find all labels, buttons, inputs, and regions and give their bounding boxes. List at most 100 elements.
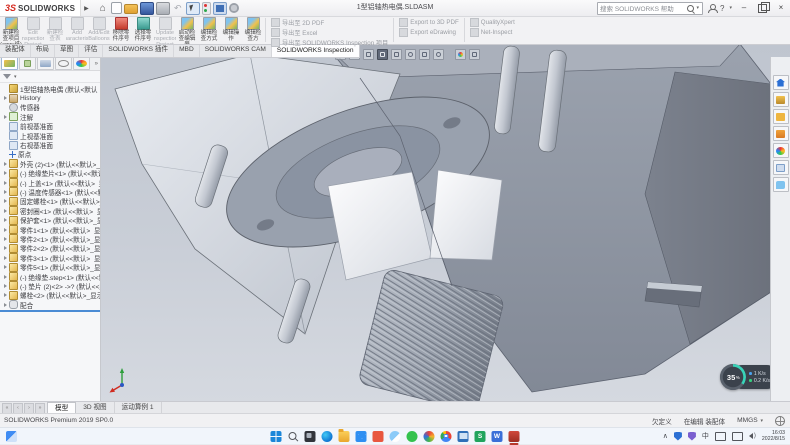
chevron-up-icon[interactable]: ∧ xyxy=(663,432,668,440)
tree-item[interactable]: 密封圈<1> (默认<<默认>_显示状 xyxy=(0,206,100,215)
undo-icon[interactable] xyxy=(172,3,184,14)
display-style-icon[interactable] xyxy=(391,49,402,60)
tree-item[interactable]: 上视基准面 xyxy=(0,131,100,140)
remove-balloons-icon[interactable]: 移除零件序号 xyxy=(110,16,132,44)
open-icon[interactable] xyxy=(124,4,138,14)
expand-arrow-icon[interactable] xyxy=(4,293,7,297)
tree-item[interactable]: 固定螺栓<1> (默认<<默认>_显示 xyxy=(0,197,100,206)
export-excel-icon[interactable]: 导出至 Excel xyxy=(271,28,388,37)
web-help-globe-icon[interactable] xyxy=(775,416,785,426)
vpn-icon[interactable] xyxy=(688,432,696,441)
launch-inspection-editor-icon[interactable]: 启动检查编辑器 xyxy=(176,16,198,44)
qualityxpert-icon[interactable]: QualityXpert xyxy=(470,18,515,27)
defender-icon[interactable] xyxy=(674,432,682,441)
expand-arrow-icon[interactable] xyxy=(4,275,7,279)
net-inspect-icon[interactable]: Net-Inspect xyxy=(470,28,515,37)
options-icon[interactable] xyxy=(229,3,239,13)
command-tab[interactable]: MBD xyxy=(174,44,200,57)
search-icon[interactable] xyxy=(288,431,299,442)
rebuild-icon[interactable] xyxy=(202,2,211,15)
design-library-icon[interactable] xyxy=(773,92,789,107)
export-3d-pdf-icon[interactable]: Export to 3D PDF xyxy=(399,18,459,27)
save-icon[interactable] xyxy=(140,2,154,15)
new-inspection-sheet-icon[interactable]: 新建检查表 xyxy=(44,16,66,44)
search-icon[interactable] xyxy=(687,5,694,12)
featuremanager-tab[interactable] xyxy=(1,57,18,70)
command-tab[interactable]: SOLIDWORKS CAM xyxy=(200,44,272,57)
export-inspection-project-icon[interactable]: 导出至 SOLIDWORKS Inspection 项目 xyxy=(271,38,388,47)
home-icon[interactable] xyxy=(97,3,109,14)
select-icon[interactable] xyxy=(186,2,200,15)
edit-inspection-method-icon[interactable]: 编辑检查方式 xyxy=(198,16,220,44)
tree-item[interactable]: 保护套<1> (默认<<默认>_显示状 xyxy=(0,215,100,224)
tree-item[interactable]: 零件2<2> (默认<<默认>_显示状 xyxy=(0,244,100,253)
tree-item[interactable]: 前视基准面 xyxy=(0,122,100,131)
hide-show-items-icon[interactable] xyxy=(405,49,416,60)
start-icon[interactable] xyxy=(271,431,282,442)
tree-item[interactable]: (-) 绝缘垫.step<1> (默认<<默认> xyxy=(0,272,100,281)
section-view-icon[interactable] xyxy=(363,49,374,60)
expand-arrow-icon[interactable] xyxy=(4,218,7,222)
appearances-icon[interactable] xyxy=(455,49,466,60)
restore-button[interactable] xyxy=(758,4,767,13)
tree-item[interactable]: 零件2<1> (默认<<默认>_显示状 xyxy=(0,234,100,243)
tree-item[interactable]: 配合 xyxy=(0,300,100,309)
propertymanager-tab[interactable] xyxy=(19,57,36,70)
tree-item[interactable]: 注解 xyxy=(0,112,100,121)
new-document-icon[interactable] xyxy=(111,2,122,14)
command-tab[interactable]: 评估 xyxy=(79,44,103,57)
tree-item[interactable]: History xyxy=(0,93,100,102)
file-explorer-icon[interactable] xyxy=(339,431,350,442)
expand-arrow-icon[interactable] xyxy=(4,246,7,250)
tree-item[interactable]: 外壳 (2)<1> (默认<<默认>_显示状 xyxy=(0,159,100,168)
tree-item[interactable]: 原点 xyxy=(0,150,100,159)
expand-arrow-icon[interactable] xyxy=(4,190,7,194)
tree-item[interactable]: (-) 绝缘垫片<1> (默认<<默认>_显示 xyxy=(0,169,100,178)
weather-icon[interactable] xyxy=(390,431,401,442)
widgets-icon[interactable] xyxy=(6,431,17,442)
print-icon[interactable] xyxy=(156,2,170,15)
mail-icon[interactable] xyxy=(356,431,367,442)
login-user-icon[interactable] xyxy=(707,4,716,13)
dimxpertmanager-tab[interactable] xyxy=(55,57,72,70)
taskbar-clock[interactable]: 16:03 2022/8/15 xyxy=(762,430,785,443)
command-tab[interactable]: 草图 xyxy=(55,44,79,57)
command-tab[interactable]: SOLIDWORKS 插件 xyxy=(103,44,174,57)
appearances-icon[interactable] xyxy=(773,143,789,158)
close-button[interactable]: × xyxy=(774,2,788,14)
command-tab[interactable]: 布局 xyxy=(31,44,55,57)
filter-caret-icon[interactable]: ▾ xyxy=(14,74,17,80)
help-search-box[interactable]: 搜索 SOLIDWORKS 帮助 ▾ xyxy=(597,2,703,15)
configurationmanager-tab[interactable] xyxy=(37,57,54,70)
units-selector[interactable]: MMGS ▾ xyxy=(737,417,764,424)
panel-tab-scroll-icon[interactable]: » xyxy=(95,61,100,67)
help-caret-icon[interactable]: ▾ xyxy=(729,5,732,11)
expand-arrow-icon[interactable] xyxy=(4,284,7,288)
store-icon[interactable] xyxy=(373,431,384,442)
forum-icon[interactable] xyxy=(773,177,789,192)
volume-icon[interactable] xyxy=(749,433,756,439)
expand-arrow-icon[interactable] xyxy=(4,265,7,269)
scene-icon[interactable] xyxy=(469,49,480,60)
minimize-button[interactable]: – xyxy=(737,2,751,14)
view-orientation-icon[interactable] xyxy=(377,49,388,60)
expand-arrow-icon[interactable] xyxy=(4,209,7,213)
expand-arrow-icon[interactable] xyxy=(4,181,7,185)
add-characteristic-icon[interactable]: Add Characteristic xyxy=(66,16,88,44)
display-icon[interactable] xyxy=(213,2,227,15)
export-edrawing-icon[interactable]: Export eDrawing xyxy=(399,28,459,37)
expand-arrow-icon[interactable] xyxy=(4,303,7,307)
chrome-icon[interactable] xyxy=(441,431,452,442)
add-edit-balloons-icon[interactable]: Add/Edit Balloons xyxy=(88,16,110,44)
graphics-viewport[interactable]: 35% 1 K/s 0.2 K/s xyxy=(100,44,790,402)
wps-sheet-icon[interactable]: S xyxy=(475,431,486,442)
custom-properties-icon[interactable] xyxy=(773,160,789,175)
expand-arrow-icon[interactable] xyxy=(4,228,7,232)
tree-item[interactable]: 螺栓<2> (默认<<默认>_显示状态 xyxy=(0,291,100,300)
expand-arrow-icon[interactable] xyxy=(4,96,7,100)
net-speed-widget[interactable]: 35% 1 K/s 0.2 K/s xyxy=(720,364,776,390)
expand-arrow-icon[interactable] xyxy=(4,115,7,119)
tree-filter[interactable]: ▾ xyxy=(0,71,100,83)
expand-arrow-icon[interactable] xyxy=(4,256,7,260)
file-explorer-icon[interactable] xyxy=(773,109,789,124)
